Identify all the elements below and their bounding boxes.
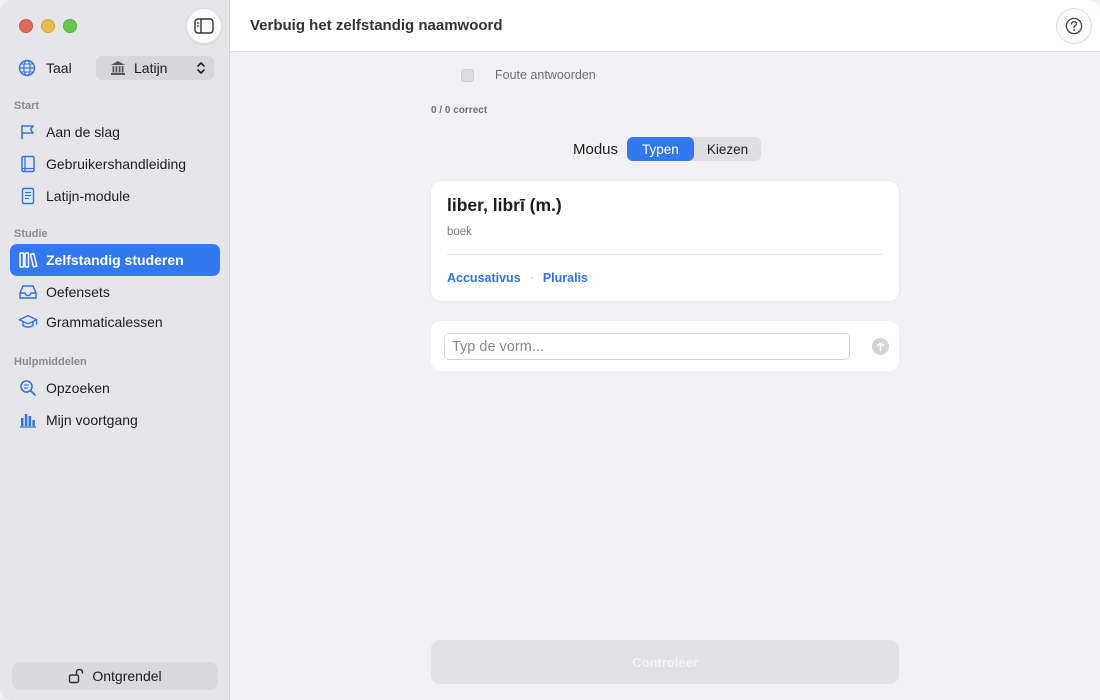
unlock-button[interactable]: Ontgrendel xyxy=(12,662,218,690)
mode-label: Modus xyxy=(573,140,619,158)
grammar-tags: Accusativus · Pluralis xyxy=(447,271,588,285)
books-icon xyxy=(18,250,38,270)
arrow-up-icon xyxy=(876,342,885,352)
mode-picker-row: Modus Typen Kiezen xyxy=(573,137,762,161)
search-icon xyxy=(18,378,38,398)
chevron-up-down-icon xyxy=(197,62,205,74)
help-button[interactable] xyxy=(1056,8,1092,44)
answer-card xyxy=(431,321,899,371)
mode-segmented-control: Typen Kiezen xyxy=(627,137,762,161)
sidebar-item-user-guide[interactable]: Gebruikershandleiding xyxy=(10,148,220,180)
number-tag: Pluralis xyxy=(542,271,588,285)
zoom-window-button[interactable] xyxy=(63,19,77,33)
close-window-button[interactable] xyxy=(19,19,33,33)
sidebar-item-exercise-sets[interactable]: Oefensets xyxy=(10,276,220,308)
page-title: Verbuig het zelfstandig naamwoord xyxy=(250,17,503,34)
tray-icon xyxy=(18,282,38,302)
sidebar-item-latin-module[interactable]: Latijn-module xyxy=(10,180,220,212)
language-select[interactable]: Latijn xyxy=(96,56,214,80)
question-circle-icon xyxy=(1065,17,1083,35)
noun-meaning: boek xyxy=(447,226,472,238)
bar-chart-icon xyxy=(18,410,38,430)
section-title-tools: Hulpmiddelen xyxy=(14,356,87,368)
sidebar-item-label: Aan de slag xyxy=(46,124,120,140)
answer-input[interactable] xyxy=(444,333,850,360)
wrong-answers-checkbox[interactable] xyxy=(461,68,474,82)
score-text: 0 / 0 correct xyxy=(431,105,488,116)
sidebar-item-grammar-lessons[interactable]: Grammaticalessen xyxy=(10,306,220,338)
sidebar-item-my-progress[interactable]: Mijn voortgang xyxy=(10,404,220,436)
document-icon xyxy=(18,186,38,206)
language-row: Taal Latijn xyxy=(18,56,214,80)
submit-arrow-button[interactable] xyxy=(872,338,889,355)
check-button[interactable]: Controleer xyxy=(431,640,899,684)
temple-icon xyxy=(111,61,125,75)
sidebar-item-label: Mijn voortgang xyxy=(46,412,138,428)
language-value: Latijn xyxy=(134,60,168,76)
toolbar: Verbuig het zelfstandig naamwoord xyxy=(230,0,1100,52)
book-icon xyxy=(18,154,38,174)
case-tag: Accusativus xyxy=(447,271,521,285)
flag-icon xyxy=(18,122,38,142)
graduation-cap-icon xyxy=(18,312,38,332)
sidebar-item-getting-started[interactable]: Aan de slag xyxy=(10,116,220,148)
wrong-answers-toggle-row: Foute antwoorden xyxy=(461,68,596,82)
noun-word: liber, librī (m.) xyxy=(447,195,562,215)
tag-separator: · xyxy=(529,271,534,285)
language-label: Taal xyxy=(46,60,72,76)
window-controls xyxy=(19,19,77,33)
lock-open-icon xyxy=(69,668,84,684)
sidebar-icon xyxy=(194,18,214,34)
globe-icon xyxy=(18,59,36,77)
unlock-label: Ontgrendel xyxy=(92,668,162,684)
card-divider xyxy=(447,254,883,255)
question-card: liber, librī (m.) boek Accusativus · Plu… xyxy=(431,181,899,301)
sidebar-item-label: Zelfstandig studeren xyxy=(46,252,184,268)
sidebar: Taal Latijn Start Aan de slag Gebruikers… xyxy=(0,0,230,700)
mode-choose-button[interactable]: Kiezen xyxy=(694,137,761,161)
sidebar-item-label: Latijn-module xyxy=(46,188,131,204)
wrong-answers-label: Foute antwoorden xyxy=(495,68,596,82)
sidebar-item-lookup[interactable]: Opzoeken xyxy=(10,372,220,404)
sidebar-item-label: Oefensets xyxy=(46,284,110,300)
sidebar-item-self-study[interactable]: Zelfstandig studeren xyxy=(10,244,220,276)
minimize-window-button[interactable] xyxy=(41,19,55,33)
sidebar-item-label: Opzoeken xyxy=(46,380,110,396)
sidebar-item-label: Grammaticalessen xyxy=(46,314,163,330)
mode-type-button[interactable]: Typen xyxy=(627,137,694,161)
section-title-start: Start xyxy=(14,100,40,112)
app-window: Taal Latijn Start Aan de slag Gebruikers… xyxy=(0,0,1100,700)
sidebar-toggle-button[interactable] xyxy=(186,8,222,44)
section-title-study: Studie xyxy=(14,228,48,240)
sidebar-item-label: Gebruikershandleiding xyxy=(46,156,187,172)
